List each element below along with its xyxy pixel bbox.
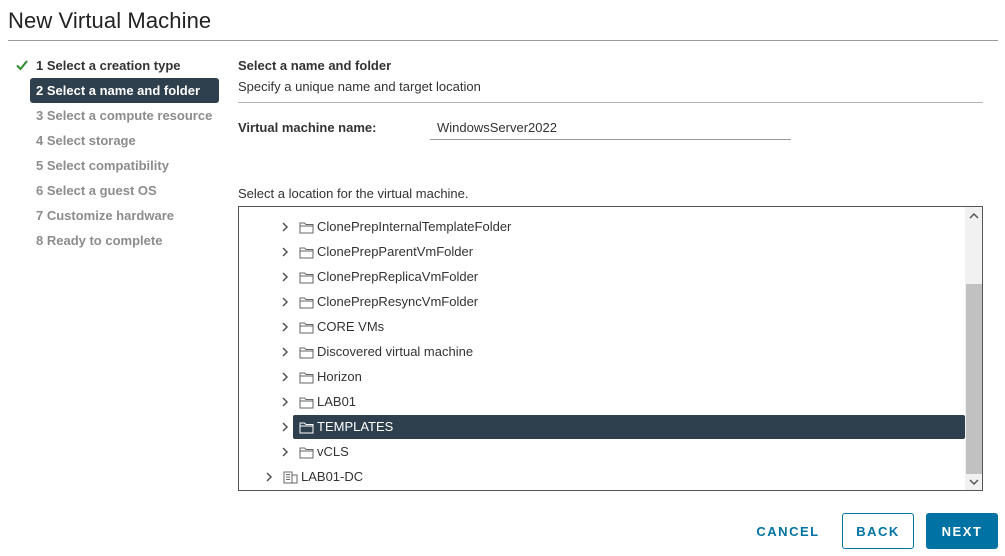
step-6: 6 Select a guest OS (12, 178, 222, 203)
chevron-right-icon[interactable] (264, 472, 274, 482)
back-button[interactable]: BACK (842, 513, 914, 549)
chevron-right-icon[interactable] (280, 247, 290, 257)
folder-icon (299, 397, 314, 409)
folder-icon (299, 322, 314, 334)
tree-item-label: vCLS (317, 444, 349, 459)
folder-icon (299, 247, 314, 259)
tree-item-label: CORE VMs (317, 319, 385, 334)
step-1[interactable]: 1 Select a creation type (12, 53, 222, 78)
step-7-label: 7 Customize hardware (36, 208, 174, 223)
tree-item-label: ClonePrepResyncVmFolder (317, 294, 479, 309)
folder-icon (299, 422, 314, 434)
vm-name-input[interactable] (430, 116, 791, 140)
section-divider (238, 102, 983, 103)
chevron-right-icon[interactable] (280, 347, 290, 357)
tree-item[interactable]: ClonePrepInternalTemplateFolder (239, 215, 965, 239)
folder-icon (299, 222, 314, 234)
folder-icon (299, 347, 314, 359)
step-4-label: 4 Select storage (36, 133, 136, 148)
section-title: Select a name and folder (238, 58, 392, 73)
chevron-right-icon[interactable] (280, 447, 290, 457)
step-5: 5 Select compatibility (12, 153, 222, 178)
tree-item-label: ClonePrepParentVmFolder (317, 244, 474, 259)
checkmark-icon (16, 60, 28, 71)
datacenter-icon (283, 471, 298, 484)
chevron-down-icon (968, 478, 979, 485)
vm-name-label: Virtual machine name: (238, 120, 377, 135)
wizard-steps: 1 Select a creation type 2 Select a name… (12, 53, 222, 253)
step-3-label: 3 Select a compute resource (36, 108, 213, 123)
step-8-label: 8 Ready to complete (36, 233, 163, 248)
folder-icon (299, 297, 314, 309)
next-button[interactable]: NEXT (926, 513, 998, 549)
chevron-right-icon[interactable] (280, 397, 290, 407)
tree-item-label: TEMPLATES (317, 419, 394, 434)
tree-item[interactable]: LAB01-DC (239, 465, 965, 489)
location-label: Select a location for the virtual machin… (238, 186, 469, 201)
step-6-label: 6 Select a guest OS (36, 183, 157, 198)
step-7: 7 Customize hardware (12, 203, 222, 228)
tree-item-label: LAB01 (317, 394, 357, 409)
scroll-up-button[interactable] (965, 207, 982, 224)
step-2-label: 2 Select a name and folder (36, 83, 201, 98)
step-8: 8 Ready to complete (12, 228, 222, 253)
step-2[interactable]: 2 Select a name and folder (30, 78, 219, 103)
tree-item-label: ClonePrepReplicaVmFolder (317, 269, 479, 284)
tree-item-label: Horizon (317, 369, 362, 384)
cancel-button[interactable]: CANCEL (746, 513, 830, 549)
chevron-right-icon[interactable] (280, 422, 290, 432)
selection-highlight (293, 415, 965, 439)
section-subtitle: Specify a unique name and target locatio… (238, 79, 481, 94)
chevron-up-icon (968, 212, 979, 219)
tree-item[interactable]: CORE VMs (239, 315, 965, 339)
chevron-right-icon[interactable] (280, 222, 290, 232)
tree-scrollbar[interactable] (965, 207, 982, 490)
tree-item[interactable]: ClonePrepParentVmFolder (239, 240, 965, 264)
folder-icon (299, 372, 314, 384)
tree-item-label: Discovered virtual machine (317, 344, 474, 359)
tree-item[interactable]: Horizon (239, 365, 965, 389)
chevron-right-icon[interactable] (280, 272, 290, 282)
step-5-label: 5 Select compatibility (36, 158, 169, 173)
tree-item[interactable]: ClonePrepResyncVmFolder (239, 290, 965, 314)
tree-item-label: ClonePrepInternalTemplateFolder (317, 219, 512, 234)
tree-item-label: LAB01-DC (301, 469, 364, 484)
tree-item[interactable]: ClonePrepReplicaVmFolder (239, 265, 965, 289)
scroll-down-button[interactable] (965, 473, 982, 490)
chevron-right-icon[interactable] (280, 372, 290, 382)
step-1-label: 1 Select a creation type (36, 58, 181, 73)
tree-item[interactable]: LAB01 (239, 390, 965, 414)
folder-tree[interactable]: ClonePrepInternalTemplateFolder ClonePrep… (238, 206, 983, 491)
tree-item[interactable]: vCLS (239, 440, 965, 464)
folder-icon (299, 272, 314, 284)
main-panel: Select a name and folder Specify a uniqu… (238, 58, 983, 94)
tree-item[interactable]: Discovered virtual machine (239, 340, 965, 364)
step-4: 4 Select storage (12, 128, 222, 153)
chevron-right-icon[interactable] (280, 322, 290, 332)
page-title: New Virtual Machine (8, 8, 212, 33)
chevron-right-icon[interactable] (280, 297, 290, 307)
folder-icon (299, 447, 314, 459)
step-3: 3 Select a compute resource (12, 103, 222, 128)
title-divider (8, 40, 998, 41)
scrollbar-thumb[interactable] (966, 284, 982, 474)
tree-item[interactable]: TEMPLATES (239, 415, 965, 439)
